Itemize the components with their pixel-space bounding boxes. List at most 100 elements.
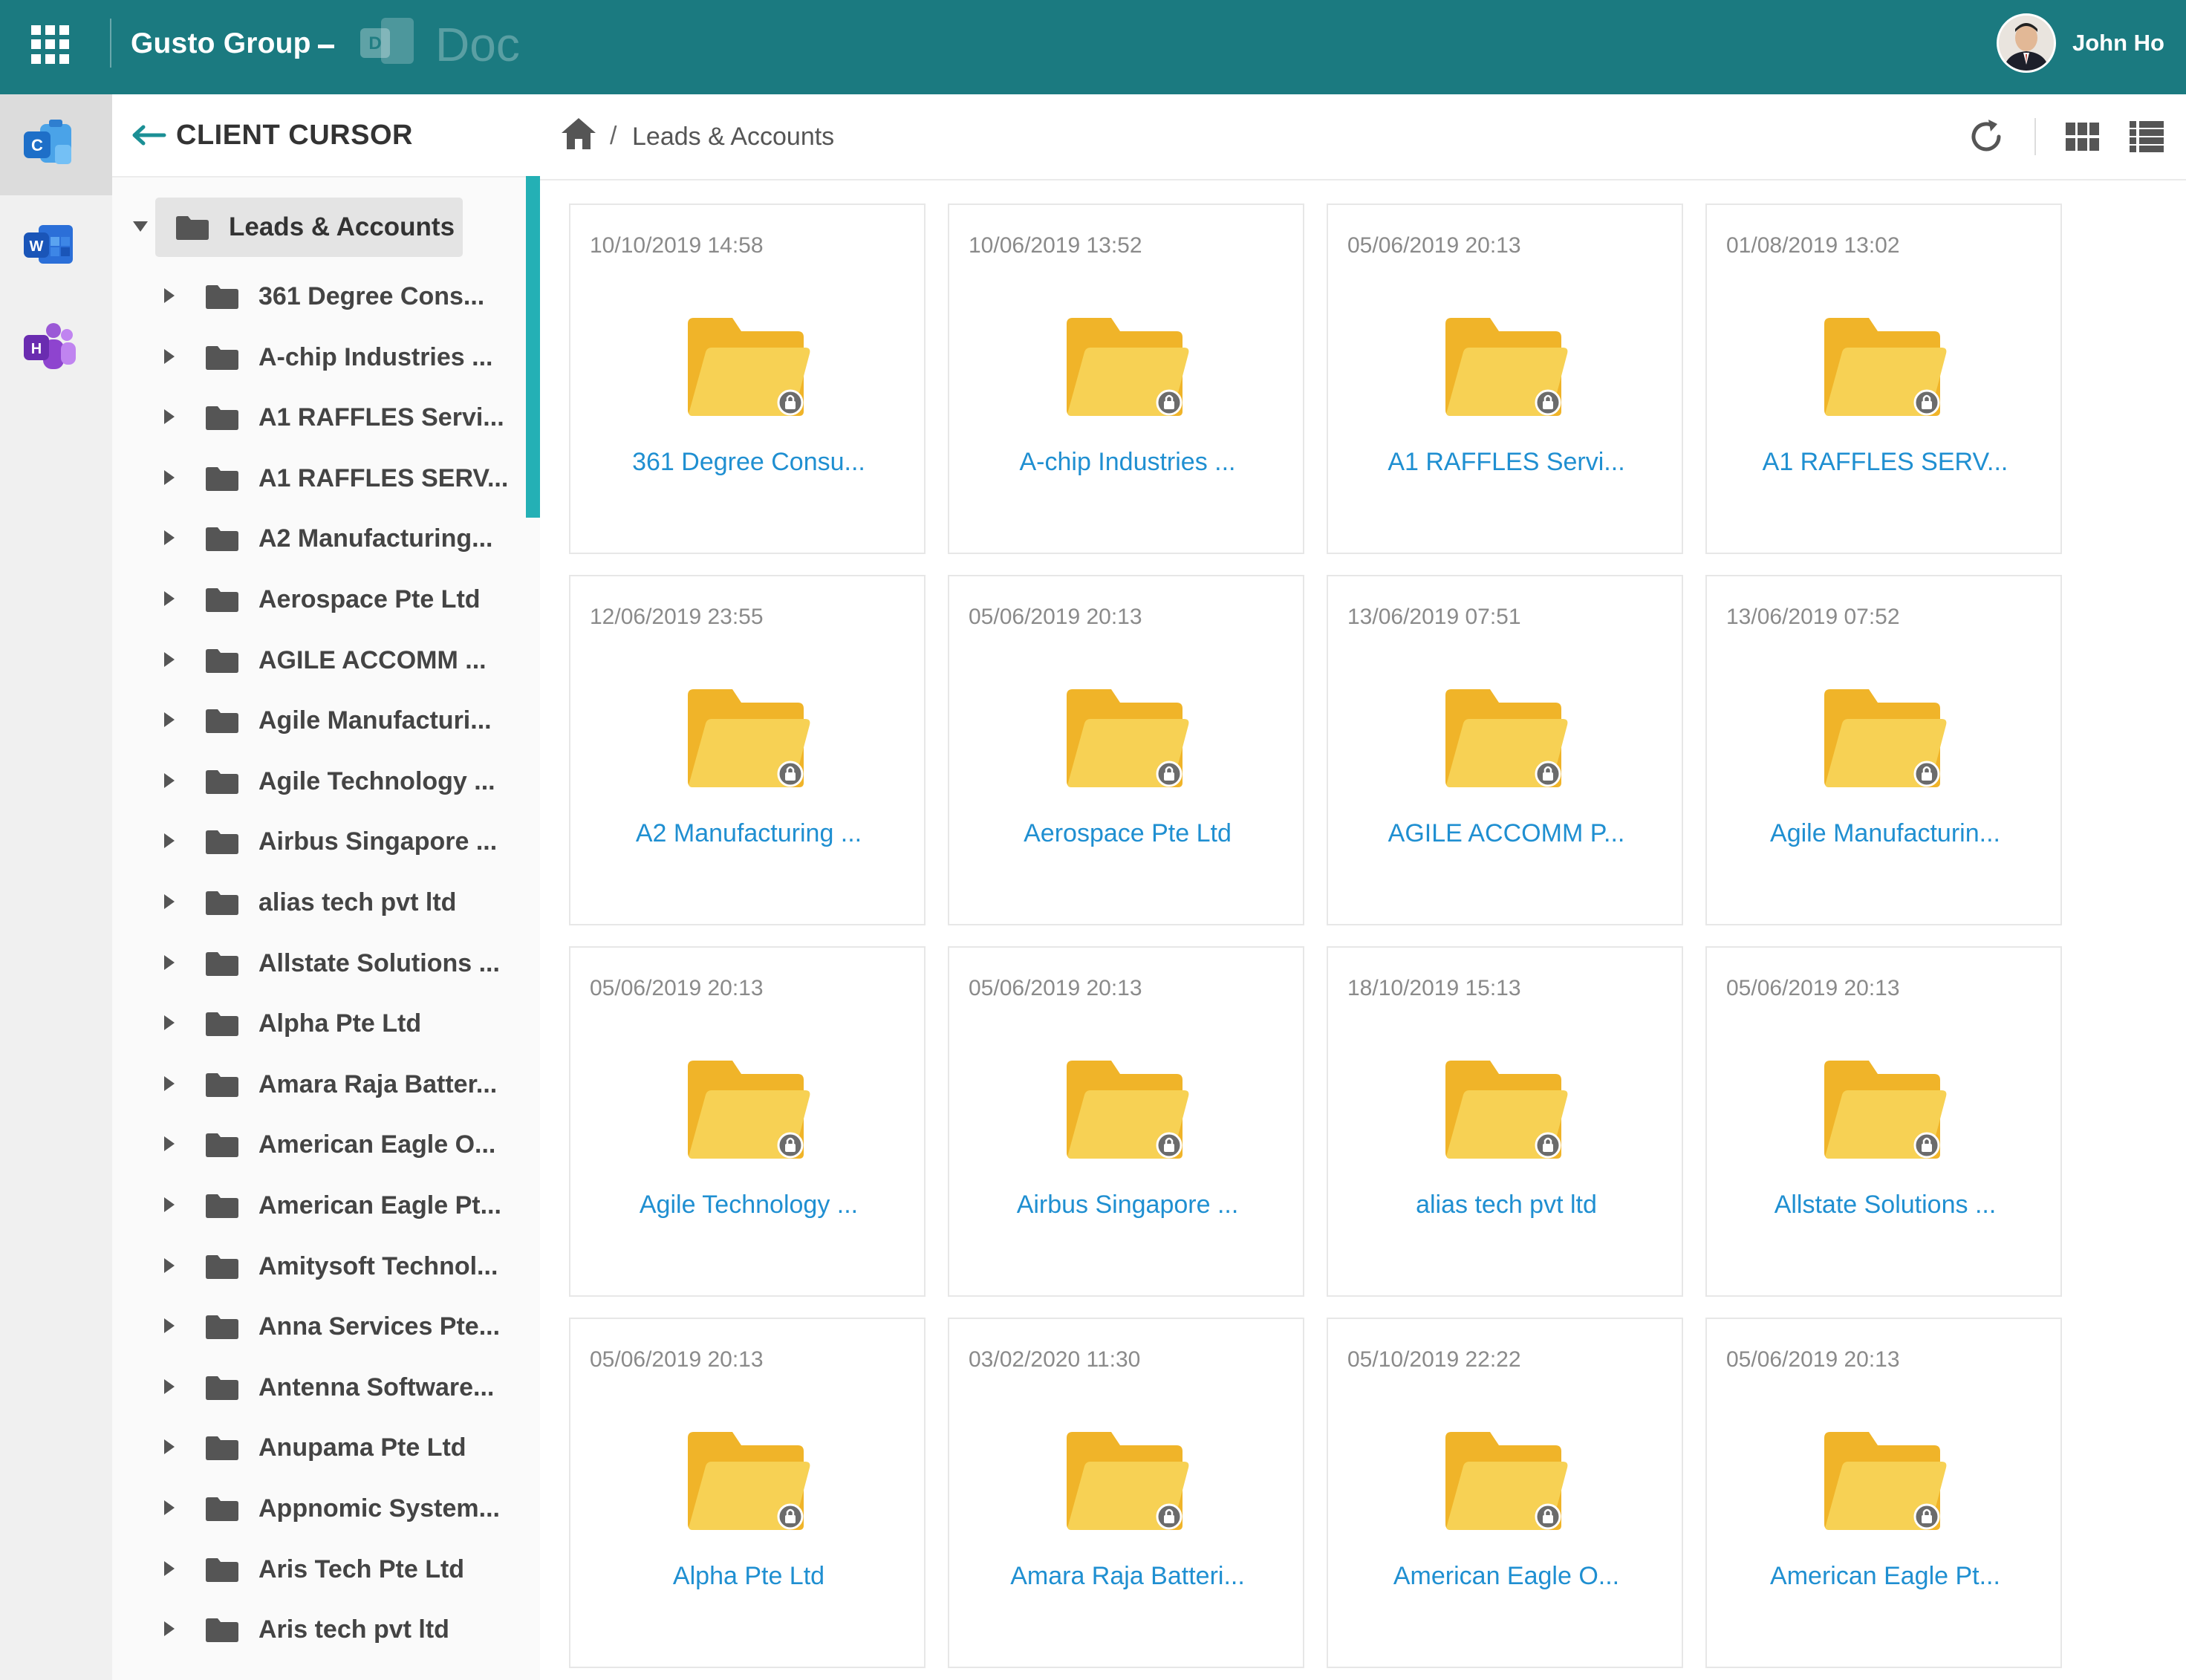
folder-thumbnail[interactable] [1444, 316, 1569, 421]
expand-caret-icon[interactable] [164, 954, 175, 970]
tree-item[interactable]: AGILE ACCOMM ... [112, 632, 526, 691]
tree-item[interactable]: Amara Raja Batter... [112, 1056, 526, 1116]
expand-caret-icon[interactable] [164, 772, 175, 788]
expand-caret-icon[interactable] [164, 1015, 175, 1031]
folder-thumbnail[interactable] [1444, 1059, 1569, 1164]
tree-item[interactable]: Alpha Pte Ltd [112, 995, 526, 1055]
folder-name-link[interactable]: A1 RAFFLES SERV... [1707, 446, 2063, 478]
folder-name-link[interactable]: Allstate Solutions ... [1707, 1188, 2063, 1221]
tree-item[interactable]: A1 RAFFLES Servi... [112, 389, 526, 449]
tree-item[interactable]: Agile Manufacturi... [112, 692, 526, 752]
folder-card[interactable]: 05/06/2019 20:13 American Eagle Pt... [1705, 1318, 2062, 1668]
folder-thumbnail[interactable] [1065, 316, 1190, 421]
expand-caret-icon[interactable] [164, 1378, 175, 1394]
collapse-caret-icon[interactable] [133, 221, 148, 232]
refresh-icon[interactable] [1966, 117, 2006, 157]
expand-caret-icon[interactable] [164, 1439, 175, 1455]
expand-caret-icon[interactable] [164, 288, 175, 303]
folder-thumbnail[interactable] [1823, 1059, 1948, 1164]
expand-caret-icon[interactable] [164, 1500, 175, 1515]
expand-caret-icon[interactable] [164, 1257, 175, 1273]
folder-name-link[interactable]: American Eagle O... [1328, 1560, 1685, 1592]
avatar[interactable] [1997, 13, 2056, 73]
folder-card[interactable]: 13/06/2019 07:51 AGILE ACCOMM P... [1327, 575, 1683, 925]
expand-caret-icon[interactable] [164, 530, 175, 546]
grid-view-icon[interactable] [2066, 123, 2100, 152]
folder-name-link[interactable]: Alpha Pte Ltd [570, 1560, 927, 1592]
folder-thumbnail[interactable] [1444, 1430, 1569, 1535]
folder-card[interactable]: 05/10/2019 22:22 American Eagle O... [1327, 1318, 1683, 1668]
expand-caret-icon[interactable] [164, 1621, 175, 1637]
folder-thumbnail[interactable] [1823, 1430, 1948, 1535]
folder-thumbnail[interactable] [1823, 688, 1948, 792]
folder-card[interactable]: 05/06/2019 20:13 Allstate Solutions ... [1705, 946, 2062, 1297]
folder-card[interactable]: 05/06/2019 20:13 Aerospace Pte Ltd [948, 575, 1304, 925]
expand-caret-icon[interactable] [164, 1318, 175, 1334]
folder-card[interactable]: 03/02/2020 11:30 Amara Raja Batteri... [948, 1318, 1304, 1668]
list-view-icon[interactable] [2130, 121, 2164, 152]
expand-caret-icon[interactable] [164, 1560, 175, 1576]
expand-caret-icon[interactable] [164, 651, 175, 667]
tree-item[interactable]: Aris tech pvt ltd [112, 1601, 526, 1661]
folder-name-link[interactable]: AGILE ACCOMM P... [1328, 817, 1685, 850]
expand-caret-icon[interactable] [164, 348, 175, 364]
folder-thumbnail[interactable] [1065, 1430, 1190, 1535]
tree-item[interactable]: Anna Services Pte... [112, 1298, 526, 1358]
folder-thumbnail[interactable] [1065, 688, 1190, 792]
expand-caret-icon[interactable] [164, 409, 175, 425]
expand-caret-icon[interactable] [164, 894, 175, 909]
tree-item[interactable]: Appnomic System... [112, 1480, 526, 1540]
tree-item[interactable]: American Eagle O... [112, 1116, 526, 1176]
folder-name-link[interactable]: Amara Raja Batteri... [949, 1560, 1306, 1592]
folder-card[interactable]: 13/06/2019 07:52 Agile Manufacturin... [1705, 575, 2062, 925]
tree-item[interactable]: American Eagle Pt... [112, 1177, 526, 1237]
folder-card[interactable]: 05/06/2019 20:13 A1 RAFFLES Servi... [1327, 204, 1683, 554]
folder-card[interactable]: 10/10/2019 14:58 361 Degree Consu... [569, 204, 926, 554]
expand-caret-icon[interactable] [164, 1197, 175, 1212]
folder-name-link[interactable]: A1 RAFFLES Servi... [1328, 446, 1685, 478]
folder-card[interactable]: 05/06/2019 20:13 Airbus Singapore ... [948, 946, 1304, 1297]
tree-item[interactable]: A-chip Industries ... [112, 329, 526, 388]
folder-thumbnail[interactable] [1065, 1059, 1190, 1164]
tree-item[interactable]: 361 Degree Cons... [112, 268, 526, 328]
folder-name-link[interactable]: Aerospace Pte Ltd [949, 817, 1306, 850]
tree-item[interactable]: A1 RAFFLES SERV... [112, 450, 526, 509]
expand-caret-icon[interactable] [164, 591, 175, 606]
tree-item[interactable]: Anupama Pte Ltd [112, 1419, 526, 1479]
tree-item[interactable]: Allstate Solutions ... [112, 935, 526, 994]
tree-root-leads-accounts[interactable]: Leads & Accounts [133, 198, 463, 257]
app-launcher-icon[interactable] [31, 25, 70, 64]
folder-thumbnail[interactable] [686, 688, 811, 792]
rail-item-hr[interactable]: H [0, 296, 112, 397]
user-name[interactable]: John Ho [2072, 28, 2164, 58]
breadcrumb-current[interactable]: Leads & Accounts [632, 120, 834, 153]
home-icon[interactable] [560, 117, 597, 151]
folder-name-link[interactable]: Agile Technology ... [570, 1188, 927, 1221]
folder-name-link[interactable]: alias tech pvt ltd [1328, 1188, 1685, 1221]
folder-thumbnail[interactable] [686, 316, 811, 421]
folder-card[interactable]: 12/06/2019 23:55 A2 Manufacturing ... [569, 575, 926, 925]
folder-name-link[interactable]: American Eagle Pt... [1707, 1560, 2063, 1592]
company-name[interactable]: Gusto Group [131, 25, 311, 62]
folder-name-link[interactable]: A-chip Industries ... [949, 446, 1306, 478]
folder-thumbnail[interactable] [1444, 688, 1569, 792]
folder-thumbnail[interactable] [686, 1059, 811, 1164]
expand-caret-icon[interactable] [164, 1075, 175, 1091]
expand-caret-icon[interactable] [164, 833, 175, 849]
folder-name-link[interactable]: 361 Degree Consu... [570, 446, 927, 478]
tree-item[interactable]: Antenna Software... [112, 1359, 526, 1419]
back-arrow-icon[interactable] [130, 123, 167, 148]
rail-item-client-cursor[interactable]: C [0, 94, 112, 195]
expand-caret-icon[interactable] [164, 469, 175, 485]
tree-item[interactable]: Amitysoft Technol... [112, 1238, 526, 1298]
tree-item[interactable]: Aris Tech Pte Ltd [112, 1541, 526, 1601]
folder-thumbnail[interactable] [686, 1430, 811, 1535]
rail-item-word[interactable]: W [0, 195, 112, 296]
folder-name-link[interactable]: Airbus Singapore ... [949, 1188, 1306, 1221]
expand-caret-icon[interactable] [164, 712, 175, 728]
folder-card[interactable]: 05/06/2019 20:13 Agile Technology ... [569, 946, 926, 1297]
tree-item[interactable]: A2 Manufacturing... [112, 510, 526, 570]
folder-card[interactable]: 10/06/2019 13:52 A-chip Industries ... [948, 204, 1304, 554]
expand-caret-icon[interactable] [164, 1136, 175, 1152]
tree-item[interactable]: alias tech pvt ltd [112, 874, 526, 934]
